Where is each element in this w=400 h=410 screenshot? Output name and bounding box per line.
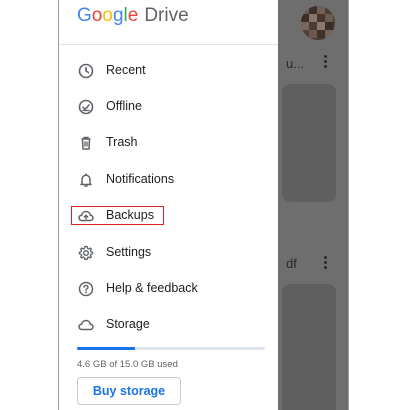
menu-item-label: Notifications	[106, 172, 175, 186]
more-vert-icon-2[interactable]	[324, 256, 328, 270]
menu-item-recent[interactable]: Recent	[59, 53, 278, 89]
logo-letter: o	[102, 5, 113, 26]
offline-check-icon	[77, 98, 95, 116]
logo-letter: G	[77, 5, 92, 26]
drive-wordmark: Drive	[144, 5, 189, 26]
storage-usage-fill	[77, 347, 136, 350]
menu-item-offline[interactable]: Offline	[59, 89, 278, 125]
phone-screen: u... df Google Drive Recent Offline Tras…	[58, 0, 349, 410]
app-logo: Google Drive	[77, 5, 189, 29]
menu-item-notifications[interactable]: Notifications	[59, 162, 278, 198]
background-file-thumbnail	[282, 84, 336, 202]
logo-letter: o	[91, 5, 103, 26]
buy-storage-button[interactable]: Buy storage	[77, 377, 181, 405]
avatar[interactable]	[301, 6, 335, 40]
clock-icon	[77, 62, 95, 80]
storage-usage-bar	[77, 347, 265, 350]
background-file-title: u...	[286, 56, 305, 70]
background-file-title-2: df	[286, 256, 297, 271]
menu-item-label: Help & feedback	[106, 281, 198, 295]
menu-item-label: Offline	[106, 99, 142, 113]
header-divider	[59, 44, 278, 45]
menu-item-label: Settings	[106, 245, 152, 259]
logo-letter: e	[127, 5, 139, 26]
cloud-icon	[77, 316, 95, 334]
trash-icon	[77, 134, 95, 152]
google-wordmark: Google	[77, 5, 138, 27]
menu-item-label: Recent	[106, 63, 146, 77]
help-icon	[77, 280, 95, 298]
menu-item-label: Storage	[106, 317, 150, 331]
menu-item-label: Trash	[106, 135, 138, 149]
menu-item-storage[interactable]: Storage	[59, 307, 278, 343]
navigation-drawer: Google Drive Recent Offline Trash Notifi…	[59, 0, 278, 410]
bell-icon	[77, 171, 95, 189]
logo-letter: g	[112, 5, 124, 26]
storage-usage-text: 4.6 GB of 15.0 GB used	[77, 359, 178, 370]
gear-icon	[77, 244, 95, 262]
menu-item-settings[interactable]: Settings	[59, 235, 278, 271]
background-file-thumbnail-2	[282, 284, 336, 410]
highlight-annotation-box	[71, 206, 164, 225]
more-vert-icon[interactable]	[324, 55, 328, 69]
menu-item-trash[interactable]: Trash	[59, 125, 278, 161]
menu-item-help-feedback[interactable]: Help & feedback	[59, 271, 278, 307]
